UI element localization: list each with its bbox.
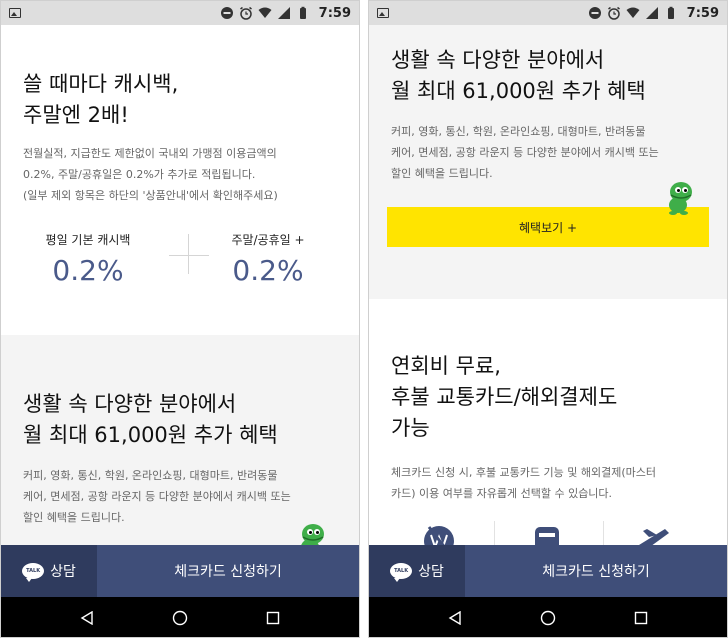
back-button[interactable] xyxy=(445,608,465,628)
desc-line: 체크카드 신청 시, 후불 교통카드 기능 및 해외결제(마스터 xyxy=(391,466,657,479)
signal-icon xyxy=(277,7,290,19)
heading-line: 쓸 때마다 캐시백, xyxy=(23,72,179,96)
apply-check-card-button[interactable]: 체크카드 신청하기 xyxy=(465,545,727,597)
desc-line: (일부 제외 항목은 하단의 '상품안내'에서 확인해주세요) xyxy=(23,189,278,202)
talk-icon: TALK xyxy=(22,563,45,582)
section-heading: 생활 속 다양한 분야에서 월 최대 61,000원 추가 혜택 xyxy=(391,45,705,107)
desc-line: 케어, 면세점, 공항 라운지 등 다양한 분야에서 캐시백 또는 xyxy=(23,490,291,503)
rate-value: 0.2% xyxy=(52,254,124,287)
consult-label: 상담 xyxy=(50,564,76,580)
no-fee-icon xyxy=(424,526,454,545)
desc-line: 커피, 영화, 통신, 학원, 온라인쇼핑, 대형마트, 반려동물 xyxy=(391,125,646,138)
desc-line: 0.2%, 주말/공휴일은 0.2%가 추가로 적립됩니다. xyxy=(23,168,256,181)
status-time: 7:59 xyxy=(686,5,719,21)
desc-line: 커피, 영화, 통신, 학원, 온라인쇼핑, 대형마트, 반려동물 xyxy=(23,469,278,482)
talk-icon: TALK xyxy=(390,563,413,582)
rate-label: 평일 기본 캐시백 xyxy=(45,233,131,247)
weekend-rate: 주말/공휴일 + 0.2% xyxy=(193,231,343,287)
plus-sign-vertical xyxy=(188,234,189,274)
heading-line: 후불 교통카드/해외결제도 xyxy=(391,385,618,409)
recents-square-icon xyxy=(266,611,279,625)
heading-line: 월 최대 61,000원 추가 혜택 xyxy=(23,423,278,447)
benefits-section: 생활 속 다양한 분야에서 월 최대 61,000원 추가 혜택 커피, 영화,… xyxy=(1,335,359,545)
feature-icons-row xyxy=(369,521,727,545)
consult-button[interactable]: TALK 상담 xyxy=(369,545,465,597)
bus-icon xyxy=(535,527,559,545)
benefits-section: 생활 속 다양한 분야에서 월 최대 61,000원 추가 혜택 커피, 영화,… xyxy=(369,25,727,299)
section-heading: 연회비 무료, 후불 교통카드/해외결제도 가능 xyxy=(391,351,705,444)
main-content[interactable]: 쓸 때마다 캐시백, 주말엔 2배! 전월실적, 지급한도 제한없이 국내외 가… xyxy=(1,25,359,545)
heading-line: 연회비 무료, xyxy=(391,354,501,378)
dnd-icon xyxy=(220,7,233,19)
rate-label: 주말/공휴일 + xyxy=(231,233,305,247)
icon-divider xyxy=(494,521,495,545)
bottom-action-bar: TALK 상담 체크카드 신청하기 xyxy=(369,545,727,597)
heading-line: 생활 속 다양한 분야에서 xyxy=(23,392,237,416)
main-content[interactable]: 생활 속 다양한 분야에서 월 최대 61,000원 추가 혜택 커피, 영화,… xyxy=(369,25,727,545)
plus-sign-horizontal xyxy=(169,255,209,256)
desc-line: 할인 혜택을 드립니다. xyxy=(23,511,125,524)
desc-line: 카드) 이용 여부를 자유롭게 선택할 수 있습니다. xyxy=(391,487,613,500)
airplane-icon xyxy=(639,529,669,545)
dnd-icon xyxy=(588,7,601,19)
signal-icon xyxy=(645,7,658,19)
section-heading: 쓸 때마다 캐시백, 주말엔 2배! xyxy=(23,69,337,131)
recents-square-icon xyxy=(634,611,647,625)
alarm-icon xyxy=(239,6,252,20)
battery-icon xyxy=(667,6,674,19)
section-description: 전월실적, 지급한도 제한없이 국내외 가맹점 이용금액의 0.2%, 주말/공… xyxy=(23,143,337,206)
green-character-icon xyxy=(301,524,324,545)
gallery-notification-icon xyxy=(377,8,389,18)
wifi-icon xyxy=(258,7,272,18)
wifi-icon xyxy=(626,7,640,18)
back-button[interactable] xyxy=(77,608,97,628)
section-description: 커피, 영화, 통신, 학원, 온라인쇼핑, 대형마트, 반려동물 케어, 면세… xyxy=(391,121,705,184)
free-fee-section: 연회비 무료, 후불 교통카드/해외결제도 가능 체크카드 신청 시, 후불 교… xyxy=(369,351,727,504)
desc-line: 할인 혜택을 드립니다. xyxy=(391,167,493,180)
section-description: 커피, 영화, 통신, 학원, 온라인쇼핑, 대형마트, 반려동물 케어, 면세… xyxy=(23,465,337,528)
desc-line: 전월실적, 지급한도 제한없이 국내외 가맹점 이용금액의 xyxy=(23,147,277,160)
heading-line: 월 최대 61,000원 추가 혜택 xyxy=(391,79,646,103)
phone-screen-left: 7:59 쓸 때마다 캐시백, 주말엔 2배! 전월실적, 지급한도 제한없이 … xyxy=(0,0,360,638)
home-button[interactable] xyxy=(170,608,190,628)
view-benefits-button[interactable]: 혜택보기 + xyxy=(387,207,709,247)
bottom-action-bar: TALK 상담 체크카드 신청하기 xyxy=(1,545,359,597)
section-description: 체크카드 신청 시, 후불 교통카드 기능 및 해외결제(마스터 카드) 이용 … xyxy=(391,462,705,504)
recents-button[interactable] xyxy=(631,608,651,628)
back-triangle-icon xyxy=(448,611,462,625)
home-circle-icon xyxy=(172,610,188,626)
recents-button[interactable] xyxy=(263,608,283,628)
battery-icon xyxy=(299,6,306,19)
cashback-section: 쓸 때마다 캐시백, 주말엔 2배! 전월실적, 지급한도 제한없이 국내외 가… xyxy=(1,69,359,206)
home-button[interactable] xyxy=(538,608,558,628)
desc-line: 케어, 면세점, 공항 라운지 등 다양한 분야에서 캐시백 또는 xyxy=(391,146,659,159)
rate-value: 0.2% xyxy=(232,254,304,287)
heading-line: 주말엔 2배! xyxy=(23,103,129,127)
consult-button[interactable]: TALK 상담 xyxy=(1,545,97,597)
green-character-icon xyxy=(669,182,692,215)
weekday-rate: 평일 기본 캐시백 0.2% xyxy=(13,231,163,287)
gallery-notification-icon xyxy=(9,8,21,18)
alarm-icon xyxy=(607,6,620,20)
phone-screen-right: 7:59 생활 속 다양한 분야에서 월 최대 61,000원 추가 혜택 커피… xyxy=(368,0,728,638)
home-circle-icon xyxy=(540,610,556,626)
android-nav-bar xyxy=(1,597,359,637)
status-bar: 7:59 xyxy=(1,1,359,25)
status-bar: 7:59 xyxy=(369,1,727,25)
consult-label: 상담 xyxy=(418,564,444,580)
heading-line: 가능 xyxy=(391,416,430,440)
section-heading: 생활 속 다양한 분야에서 월 최대 61,000원 추가 혜택 xyxy=(23,389,337,451)
back-triangle-icon xyxy=(80,611,94,625)
apply-check-card-button[interactable]: 체크카드 신청하기 xyxy=(97,545,359,597)
status-time: 7:59 xyxy=(318,5,351,21)
cashback-rates: 평일 기본 캐시백 0.2% 주말/공휴일 + 0.2% xyxy=(1,231,359,311)
icon-divider xyxy=(603,521,604,545)
heading-line: 생활 속 다양한 분야에서 xyxy=(391,48,605,72)
android-nav-bar xyxy=(369,597,727,637)
